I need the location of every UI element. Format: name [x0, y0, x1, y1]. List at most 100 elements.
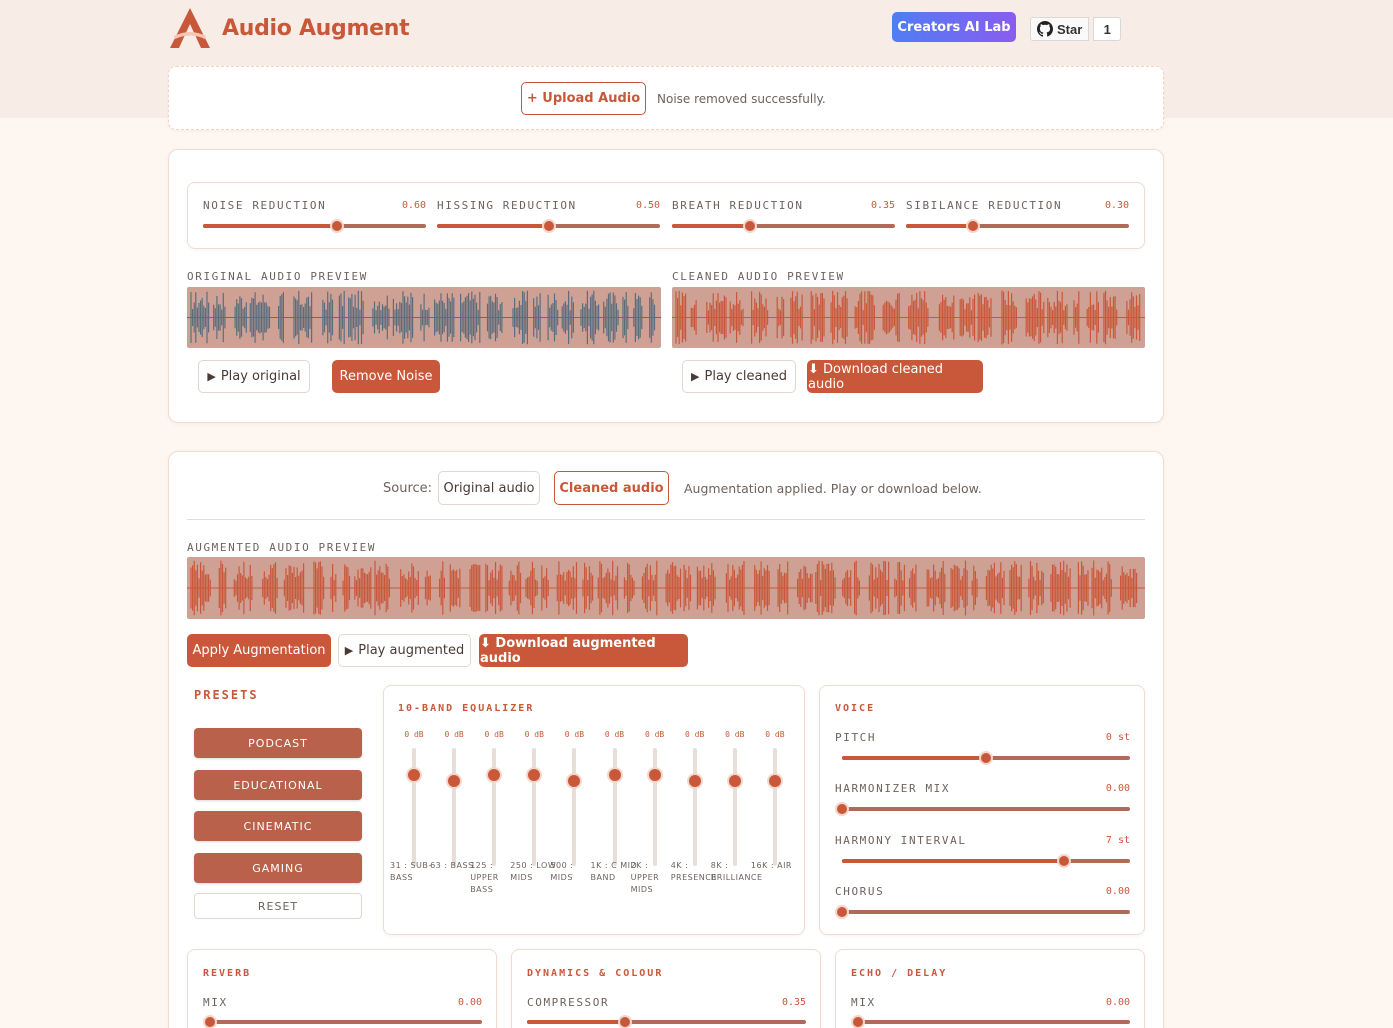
preset-cinematic-button[interactable]: CINEMATIC	[194, 811, 362, 841]
slider-fill	[906, 224, 973, 228]
eq-band-slider[interactable]	[492, 748, 497, 866]
eq-band: 0 dB 250 : LOW MIDS	[510, 730, 555, 900]
voice-slider[interactable]	[842, 854, 1130, 868]
upload-audio-button[interactable]: + Upload Audio	[521, 82, 646, 115]
noise-slider-value: 0.60	[402, 200, 427, 211]
slider-fill	[437, 224, 549, 228]
slider-thumb[interactable]	[617, 1015, 632, 1028]
eq-band: 0 dB 2K : UPPER MIDS	[631, 730, 675, 900]
eq-band-thumb[interactable]	[406, 766, 422, 783]
eq-band-db: 0 dB	[524, 730, 544, 739]
eq-band-slider[interactable]	[452, 748, 457, 866]
voice-slider[interactable]	[842, 751, 1130, 765]
eq-band: 0 dB 16K : AIR	[751, 730, 795, 900]
creators-ai-lab-button[interactable]: Creators AI Lab	[892, 12, 1016, 42]
slider-thumb[interactable]	[329, 219, 344, 233]
echo-mix-label: MIX	[851, 996, 876, 1009]
eq-band-db: 0 dB	[404, 730, 424, 739]
eq-band-slider[interactable]	[572, 748, 577, 866]
slider-thumb[interactable]	[835, 905, 849, 919]
augmented-preview-label: AUGMENTED AUDIO PREVIEW	[187, 541, 377, 554]
eq-band-slider[interactable]	[732, 748, 737, 866]
play-icon: ▶	[344, 644, 354, 657]
play-cleaned-button[interactable]: ▶ Play cleaned	[682, 360, 796, 393]
remove-noise-button[interactable]: Remove Noise	[332, 360, 440, 393]
slider-thumb[interactable]	[979, 751, 993, 765]
slider-thumb[interactable]	[743, 219, 758, 233]
download-augmented-button[interactable]: ⬇ Download augmented audio	[479, 634, 688, 667]
eq-band-slider[interactable]	[412, 748, 416, 866]
compressor-label: COMPRESSOR	[527, 996, 610, 1009]
eq-band-slider[interactable]	[652, 748, 657, 866]
compressor-slider[interactable]	[527, 1015, 806, 1028]
preset-reset-button[interactable]: RESET	[194, 893, 362, 919]
eq-band-slider[interactable]	[612, 748, 617, 866]
eq-band-thumb[interactable]	[766, 772, 783, 789]
eq-band-thumb[interactable]	[486, 766, 503, 783]
slider-thumb[interactable]	[965, 219, 980, 233]
preset-gaming-button[interactable]: GAMING	[194, 853, 362, 883]
preset-educational-button[interactable]: EDUCATIONAL	[194, 770, 362, 800]
eq-band-thumb[interactable]	[686, 772, 703, 789]
voice-slider-value: 0 st	[1105, 732, 1130, 743]
eq-band-thumb[interactable]	[606, 766, 623, 783]
play-icon: ▶	[691, 370, 700, 383]
slider-thumb[interactable]	[835, 802, 849, 816]
eq-band: 0 dB 31 : SUB-BASS	[390, 730, 434, 900]
play-original-button[interactable]: ▶ Play original	[198, 360, 310, 393]
play-augmented-label: Play augmented	[358, 643, 465, 658]
upload-status: Noise removed successfully.	[657, 92, 826, 106]
reverb-title: REVERB	[203, 968, 252, 979]
eq-band-slider[interactable]	[692, 748, 697, 866]
eq-band: 0 dB 8K : BRILLIANCE	[711, 730, 762, 900]
source-original-button[interactable]: Original audio	[438, 471, 540, 505]
divider	[187, 519, 1145, 520]
eq-band-thumb[interactable]	[726, 772, 743, 789]
augmented-waveform[interactable]	[187, 557, 1145, 619]
eq-band-thumb[interactable]	[446, 772, 463, 789]
cleaned-waveform[interactable]	[672, 287, 1145, 348]
source-label: Source:	[383, 481, 433, 496]
voice-slider[interactable]	[835, 905, 1130, 919]
download-cleaned-button[interactable]: ⬇ Download cleaned audio	[807, 360, 983, 393]
noise-slider[interactable]	[203, 219, 426, 233]
echo-mix-slider[interactable]	[851, 1015, 1130, 1028]
noise-slider[interactable]	[906, 219, 1129, 233]
voice-slider-label: PITCH	[835, 731, 877, 744]
eq-band-slider[interactable]	[532, 748, 537, 866]
preset-podcast-button[interactable]: PODCAST	[194, 728, 362, 758]
voice-slider-value: 0.00	[1105, 886, 1130, 897]
noise-slider-label: BREATH REDUCTION	[672, 199, 804, 212]
original-waveform[interactable]	[187, 287, 661, 348]
voice-slider-value: 7 st	[1105, 835, 1130, 846]
brand[interactable]: Audio Augment	[168, 6, 410, 50]
slider-thumb[interactable]	[1056, 854, 1071, 868]
equalizer-title: 10-BAND EQUALIZER	[398, 703, 535, 714]
eq-band-thumb[interactable]	[526, 766, 543, 783]
reverb-mix-label: MIX	[203, 996, 228, 1009]
slider-thumb[interactable]	[851, 1015, 865, 1028]
slider-thumb[interactable]	[203, 1015, 217, 1028]
eq-band-db: 0 dB	[564, 730, 585, 739]
github-star-count[interactable]: 1	[1093, 17, 1122, 41]
eq-band: 0 dB 1K : C MID BAND	[591, 730, 637, 900]
compressor-value: 0.35	[782, 997, 807, 1008]
apply-augmentation-button[interactable]: Apply Augmentation	[187, 634, 331, 667]
voice-slider[interactable]	[835, 802, 1130, 816]
noise-slider[interactable]	[672, 219, 895, 233]
reverb-mix-slider[interactable]	[203, 1015, 482, 1028]
eq-band-slider[interactable]	[772, 748, 777, 866]
noise-slider[interactable]	[437, 219, 660, 233]
slider-thumb[interactable]	[541, 219, 556, 233]
cleaned-preview-label: CLEANED AUDIO PREVIEW	[672, 270, 845, 283]
source-cleaned-button[interactable]: Cleaned audio	[554, 471, 669, 505]
noise-slider-label: NOISE REDUCTION	[203, 199, 327, 212]
echo-card	[835, 949, 1145, 1028]
github-star-widget[interactable]: Star 1	[1030, 17, 1122, 41]
eq-band-thumb[interactable]	[566, 772, 583, 789]
eq-band-thumb[interactable]	[646, 766, 663, 783]
eq-band-db: 0 dB	[765, 730, 785, 739]
github-star-button[interactable]: Star	[1030, 17, 1090, 41]
play-augmented-button[interactable]: ▶ Play augmented	[338, 634, 471, 667]
dynamics-card	[511, 949, 821, 1028]
